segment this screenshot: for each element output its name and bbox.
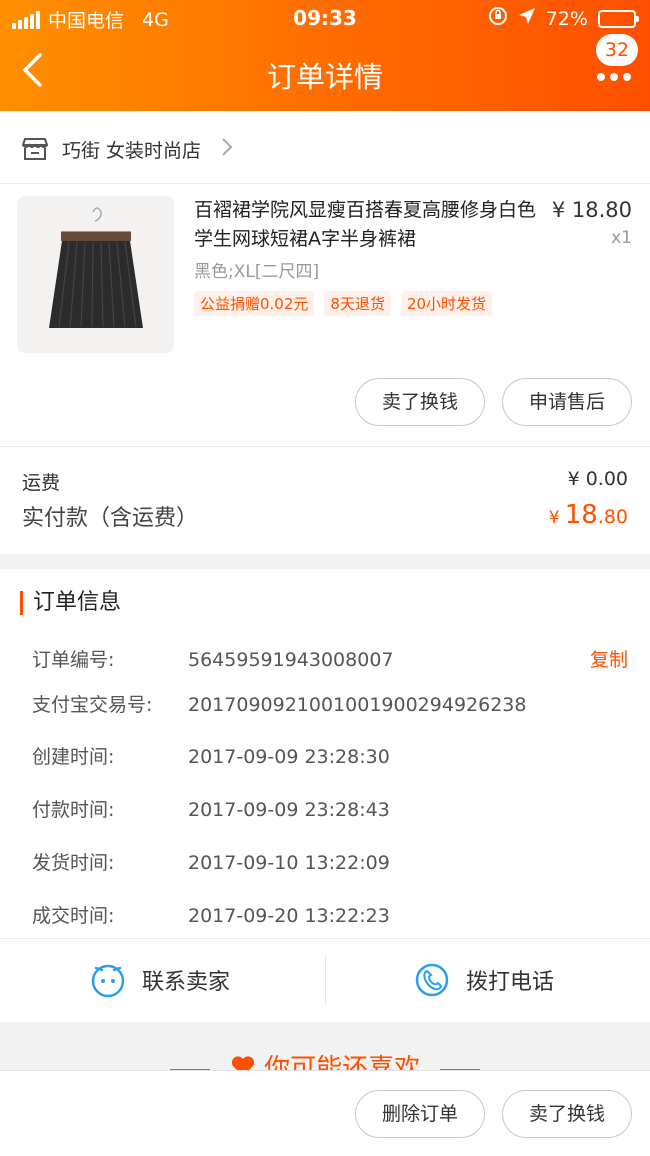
shop-icon (22, 137, 48, 161)
info-value: 2017-09-09 23:28:43 (188, 799, 390, 821)
phone-icon (415, 963, 449, 997)
tag-charity: 公益捐赠0.02元 (194, 291, 315, 316)
divider (0, 446, 650, 447)
contact-seller-label: 联系卖家 (142, 970, 231, 995)
sell-for-cash-button[interactable]: 卖了换钱 (502, 1090, 632, 1138)
section-title: 订单信息 (20, 591, 121, 615)
shop-link[interactable]: 巧街 女装时尚店 (22, 135, 233, 163)
info-value: 56459591943008007 (188, 649, 394, 671)
info-label: 订单编号: (32, 649, 115, 671)
message-count-badge: 32 (596, 34, 638, 66)
paid-label: 实付款（含运费） (22, 506, 199, 531)
sell-for-cash-button[interactable]: 卖了换钱 (355, 378, 485, 426)
divider (0, 938, 650, 939)
contact-seller-button[interactable]: 联系卖家 (90, 954, 230, 1006)
paid-currency: ¥ (548, 508, 560, 528)
divider (325, 955, 326, 1005)
call-phone-label: 拨打电话 (466, 970, 555, 995)
page-title: 订单详情 (266, 60, 383, 94)
info-row-shipped: 发货时间: 2017-09-10 13:22:09 (32, 848, 390, 875)
product-sku: 黑色;XL[二尺四] (194, 262, 320, 282)
service-tags: 公益捐赠0.02元 8天退货 20小时发货 (194, 291, 493, 316)
header: 中国电信 4G 09:33 72% 订单详情 32 (0, 0, 650, 111)
info-row-paid: 付款时间: 2017-09-09 23:28:43 (32, 795, 390, 822)
chevron-right-icon (221, 135, 233, 163)
info-label: 发货时间: (32, 852, 115, 874)
info-value: 2017-09-10 13:22:09 (188, 852, 390, 874)
chat-face-icon (91, 964, 125, 998)
recommend-header: 你可能还喜欢 (0, 1022, 650, 1072)
info-value: 2017-09-09 23:28:30 (188, 746, 390, 768)
after-sale-button[interactable]: 申请售后 (502, 378, 632, 426)
info-label: 支付宝交易号: (32, 694, 153, 716)
product-image[interactable] (17, 196, 174, 353)
status-bar: 中国电信 4G 09:33 72% (0, 0, 650, 36)
battery-icon (598, 9, 639, 28)
product-quantity: x1 (611, 228, 632, 248)
info-row-order-no: 订单编号: 56459591943008007 (32, 645, 394, 672)
location-arrow-icon (518, 7, 536, 30)
order-info-card: 订单信息 订单编号: 56459591943008007 复制 支付宝交易号: 20… (0, 569, 650, 1022)
bottom-action-bar: 删除订单 卖了换钱 (0, 1070, 650, 1156)
info-label: 创建时间: (32, 746, 115, 768)
divider (0, 183, 650, 184)
tag-shipping: 20小时发货 (400, 291, 493, 316)
paid-integer: 18 (564, 500, 598, 530)
delete-order-button[interactable]: 删除订单 (355, 1090, 485, 1138)
battery-percent: 72% (545, 7, 588, 30)
paid-decimal: .80 (597, 506, 628, 528)
info-value: 2017090921001001900294926238 (188, 694, 527, 716)
more-dots-icon (597, 73, 631, 81)
info-label: 付款时间: (32, 799, 115, 821)
shop-name: 巧街 女装时尚店 (62, 139, 202, 162)
paid-amount: ¥ 18.80 (549, 500, 628, 530)
info-row-completed: 成交时间: 2017-09-20 13:22:23 (32, 901, 390, 928)
info-row-created: 创建时间: 2017-09-09 23:28:30 (32, 742, 390, 769)
product-title[interactable]: 百褶裙学院风显瘦百搭春夏高腰修身白色学生网球短裙A字半身裤裙 (194, 196, 542, 254)
info-label: 成交时间: (32, 905, 115, 927)
order-item-card: 巧街 女装时尚店 百褶裙学院风显瘦百搭春夏高腰修身白色学生网球短裙A字半身裤裙 … (0, 111, 650, 554)
shipping-label: 运费 (22, 472, 61, 494)
more-button[interactable] (596, 68, 632, 82)
info-row-alipay: 支付宝交易号: 2017090921001001900294926238 (32, 690, 526, 717)
call-phone-button[interactable]: 拨打电话 (414, 954, 554, 1006)
shipping-value: ¥ 0.00 (567, 468, 628, 490)
copy-button[interactable]: 复制 (590, 645, 628, 672)
product-price: ¥ 18.80 (551, 198, 632, 222)
rotation-lock-icon (488, 6, 508, 31)
tag-return: 8天退货 (324, 291, 391, 316)
info-value: 2017-09-20 13:22:23 (188, 905, 390, 927)
